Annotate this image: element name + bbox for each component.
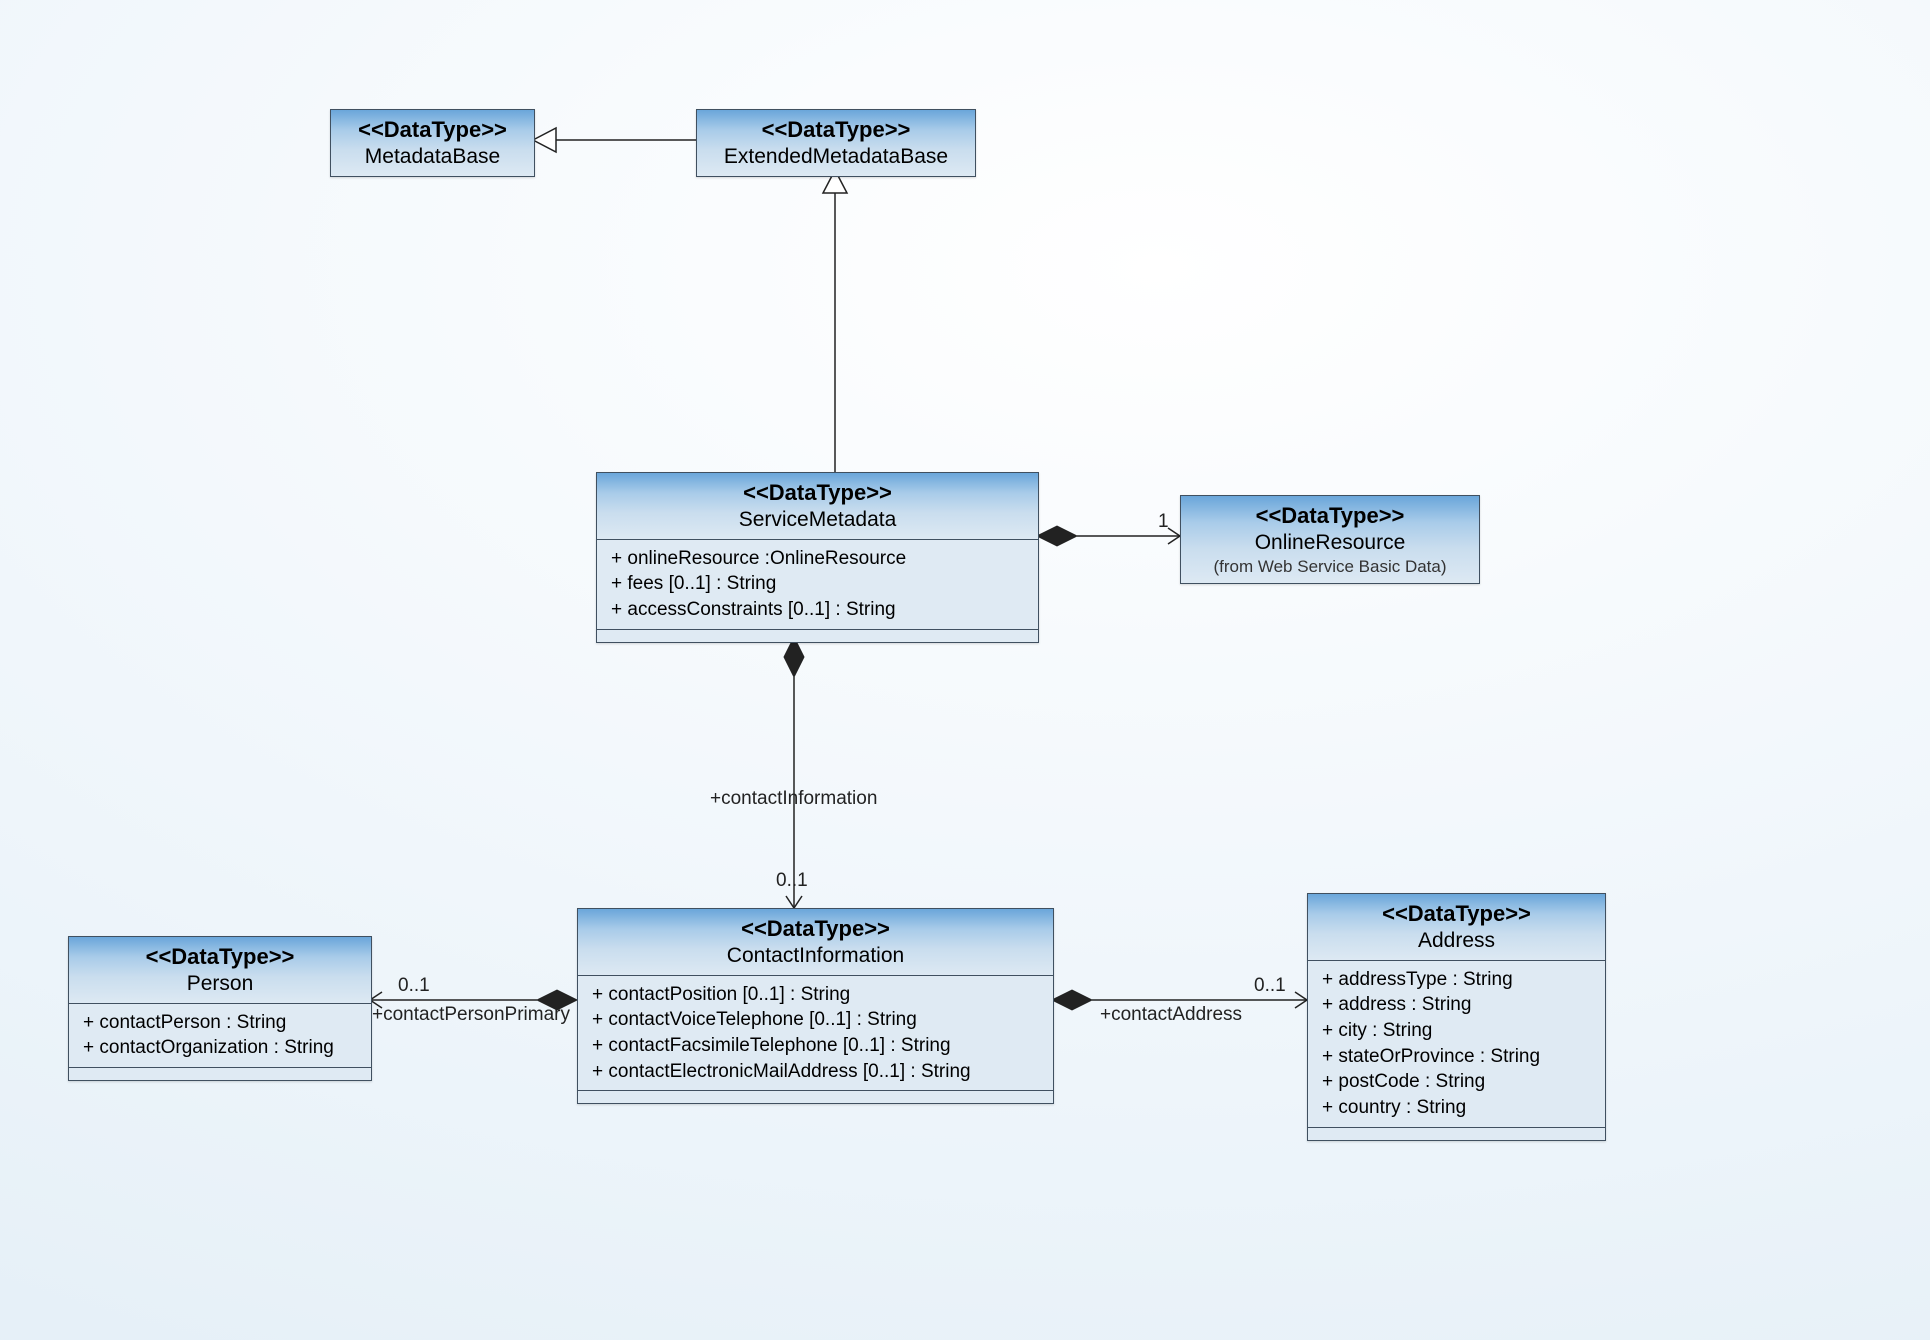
attribute: + contactElectronicMailAddress [0..1] : … (592, 1059, 1039, 1085)
edge-mult-contact-information: 0..1 (776, 870, 808, 892)
attribute: + country : String (1322, 1095, 1591, 1121)
attribute: + city : String (1322, 1018, 1591, 1044)
class-extended-metadata-base: <<DataType>> ExtendedMetadataBase (696, 109, 976, 177)
stereotype-label: <<DataType>> (1195, 502, 1465, 530)
edge-mult-address: 0..1 (1254, 975, 1286, 997)
class-name: MetadataBase (345, 144, 520, 170)
stereotype-label: <<DataType>> (1322, 900, 1591, 928)
stereotype-label: <<DataType>> (83, 943, 357, 971)
class-online-resource: <<DataType>> OnlineResource (from Web Se… (1180, 495, 1480, 584)
class-name: ServiceMetadata (611, 507, 1024, 533)
attribute: + onlineResource :OnlineResource (611, 546, 1024, 572)
attribute: + accessConstraints [0..1] : String (611, 597, 1024, 623)
edge-mult-online-resource: 1 (1158, 511, 1169, 533)
attribute: + contactVoiceTelephone [0..1] : String (592, 1007, 1039, 1033)
class-name: Person (83, 971, 357, 997)
edge-role-address: +contactAddress (1100, 1004, 1242, 1026)
edge-mult-person: 0..1 (398, 975, 430, 997)
class-name: Address (1322, 928, 1591, 954)
attribute: + stateOrProvince : String (1322, 1044, 1591, 1070)
class-name: OnlineResource (1195, 530, 1465, 556)
attribute: + contactPosition [0..1] : String (592, 982, 1039, 1008)
class-contact-information: <<DataType>> ContactInformation + contac… (577, 908, 1054, 1104)
class-name: ExtendedMetadataBase (711, 144, 961, 170)
stereotype-label: <<DataType>> (592, 915, 1039, 943)
class-name: ContactInformation (592, 943, 1039, 969)
attribute: + postCode : String (1322, 1069, 1591, 1095)
uml-connectors (0, 0, 1930, 1340)
stereotype-label: <<DataType>> (711, 116, 961, 144)
class-service-metadata: <<DataType>> ServiceMetadata + onlineRes… (596, 472, 1039, 643)
class-address: <<DataType>> Address + addressType : Str… (1307, 893, 1606, 1141)
attribute: + contactFacsimileTelephone [0..1] : Str… (592, 1033, 1039, 1059)
attribute: + contactPerson : String (83, 1010, 357, 1036)
attribute: + contactOrganization : String (83, 1035, 357, 1061)
attribute: + fees [0..1] : String (611, 571, 1024, 597)
edge-role-contact-information: +contactInformation (710, 788, 877, 810)
attribute: + addressType : String (1322, 967, 1591, 993)
stereotype-label: <<DataType>> (611, 479, 1024, 507)
stereotype-label: <<DataType>> (345, 116, 520, 144)
class-subtitle: (from Web Service Basic Data) (1195, 556, 1465, 577)
class-person: <<DataType>> Person + contactPerson : St… (68, 936, 372, 1081)
attribute: + address : String (1322, 992, 1591, 1018)
edge-role-person: +contactPersonPrimary (372, 1004, 570, 1026)
class-metadata-base: <<DataType>> MetadataBase (330, 109, 535, 177)
